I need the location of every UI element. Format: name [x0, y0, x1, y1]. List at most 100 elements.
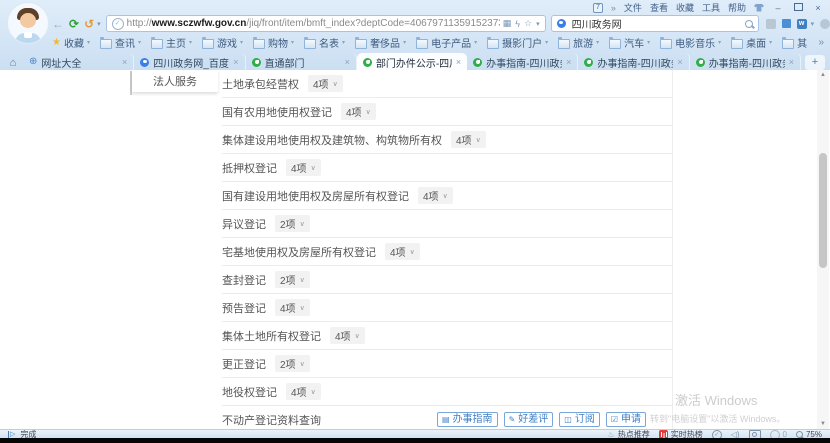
item-count-dropdown[interactable]: 4项 ∨ [308, 75, 343, 92]
item-count-dropdown[interactable]: 4项 ∨ [330, 327, 365, 344]
refresh-icon[interactable]: ⟳ [69, 18, 79, 30]
action-button[interactable]: 订阅 [559, 412, 600, 427]
back-icon[interactable]: ← [52, 18, 64, 30]
item-count-dropdown[interactable]: 2项 ∨ [275, 271, 310, 288]
bookmark-icon [660, 39, 672, 49]
bookmark-item[interactable]: 购物 ▾ [253, 35, 294, 50]
item-count-dropdown[interactable]: 4项 ∨ [451, 131, 486, 148]
user-avatar[interactable] [7, 2, 49, 44]
tab-title: 网址大全 [41, 55, 118, 70]
home-icon[interactable]: ⌂ [3, 55, 23, 71]
menu-item[interactable]: 帮助 [728, 1, 746, 14]
tab-close-icon[interactable]: × [456, 57, 461, 67]
pages-icon[interactable] [782, 19, 791, 28]
item-count-dropdown[interactable]: 2项 ∨ [275, 355, 310, 372]
menu-overflow-icon[interactable]: » [611, 3, 616, 13]
bookmark-item[interactable]: 主页 ▾ [151, 35, 192, 50]
undo-dropdown-icon[interactable]: ▾ [97, 20, 101, 28]
bookmark-item[interactable]: 电子产品 ▾ [416, 35, 477, 50]
bookmark-item[interactable]: 电影音乐 ▾ [660, 35, 721, 50]
menu-item[interactable]: 收藏 [676, 1, 694, 14]
theme-skin-icon[interactable] [754, 4, 764, 12]
bookmark-item[interactable]: 旅游 ▾ [558, 35, 599, 50]
new-tab-button[interactable]: + [805, 55, 825, 70]
bookmark-item[interactable]: 收藏 ▾ [52, 35, 90, 50]
browser-tab[interactable]: 办事指南-四川政务服务 × [467, 53, 578, 71]
bookmark-item[interactable]: 桌面 ▾ [731, 35, 772, 50]
page-scrollbar[interactable]: ▲ ▼ [817, 70, 829, 429]
search-box[interactable] [551, 15, 759, 32]
bookmark-item[interactable]: 游戏 ▾ [202, 35, 243, 50]
speed-mode-icon[interactable]: ϟ [515, 19, 520, 29]
service-label: 地役权登记 [222, 384, 277, 400]
sidebar-toggle-icon[interactable]: ▷ [8, 431, 15, 438]
item-count-dropdown[interactable]: 4项 ∨ [385, 243, 420, 260]
item-count-dropdown[interactable]: 4项 ∨ [286, 383, 321, 400]
action-button[interactable]: 好差评 [504, 412, 554, 427]
bookmark-item[interactable]: 摄影门户 ▾ [487, 35, 548, 50]
item-count-dropdown[interactable]: 2项 ∨ [275, 215, 310, 232]
address-bar[interactable]: ✓ http://www.sczwfw.gov.cn/jiq/front/ite… [106, 15, 546, 32]
undo-icon[interactable]: ↺ [84, 18, 94, 30]
site-security-icon[interactable]: ✓ [112, 18, 124, 30]
restore-button[interactable] [792, 3, 804, 13]
extensions-puzzle-icon[interactable] [766, 19, 776, 29]
tab-favicon [29, 57, 37, 67]
search-icon[interactable] [745, 20, 753, 28]
browser-tab[interactable]: 办事指南-四川政务服务 × [690, 53, 801, 71]
minimize-button[interactable]: – [772, 3, 784, 13]
search-input[interactable] [570, 17, 741, 30]
bookmark-icon [609, 39, 621, 49]
menu-item[interactable]: 工具 [702, 1, 720, 14]
bookmark-item[interactable]: 查讯 ▾ [100, 35, 141, 50]
bookmark-item[interactable]: 汽车 ▾ [609, 35, 650, 50]
tab-favicon [140, 58, 149, 67]
item-count-dropdown[interactable]: 4项 ∨ [341, 103, 376, 120]
sidebar-item-legal-services[interactable]: 法人服务 [132, 70, 218, 92]
item-count: 4项 [291, 384, 307, 399]
bookmark-icon [558, 39, 570, 49]
account-circle-icon[interactable] [820, 19, 830, 29]
bookmark-item[interactable]: 其它 ▾ [782, 35, 808, 50]
action-button[interactable]: 申请 [606, 412, 646, 427]
url-text[interactable]: http://www.sczwfw.gov.cn/jiq/front/item/… [127, 18, 500, 29]
service-label: 国有建设用地使用权及房屋所有权登记 [222, 188, 409, 204]
qr-code-icon[interactable]: ▦ [503, 18, 512, 29]
page-content: 法人服务 土地承包经营权 4项 ∨ 国有农用地使用权登记 [0, 70, 830, 429]
favorite-star-icon[interactable]: ☆ [524, 18, 532, 29]
service-row: 土地承包经营权 4项 ∨ [222, 70, 672, 98]
scroll-up-icon[interactable]: ▲ [817, 72, 829, 78]
bookmark-label: 收藏 [64, 35, 84, 50]
browser-tab[interactable]: 四川政务网_百度搜索 × [134, 53, 245, 71]
item-count-dropdown[interactable]: 4项 ∨ [275, 299, 310, 316]
item-count-dropdown[interactable]: 4项 ∨ [418, 187, 453, 204]
item-count-dropdown[interactable]: 4项 ∨ [286, 159, 321, 176]
word-plugin-dropdown-icon[interactable]: ▾ [811, 20, 815, 28]
tab-close-icon[interactable]: × [122, 57, 127, 67]
tab-close-icon[interactable]: × [233, 57, 238, 67]
word-plugin-icon[interactable]: w [797, 19, 807, 29]
scrollbar-thumb[interactable] [819, 153, 827, 268]
tab-close-icon[interactable]: × [345, 57, 350, 67]
browser-tab[interactable]: 部门办件公示-四川政务 × [357, 53, 467, 71]
action-button[interactable]: 办事指南 [437, 412, 498, 427]
menu-item[interactable]: 文件 [624, 1, 642, 14]
speed-badge[interactable]: 7 [593, 3, 603, 13]
browser-tab[interactable]: 直通部门 × [246, 53, 357, 71]
address-dropdown-icon[interactable]: ▾ [536, 20, 540, 28]
bookmark-item[interactable]: 奢侈品 ▾ [355, 35, 406, 50]
extension-icons: w ▾ ↓ [766, 18, 830, 29]
browser-tab[interactable]: 办事指南-四川政务服务 × [578, 53, 689, 71]
browser-tab[interactable]: 网址大全 × [23, 53, 134, 71]
close-button[interactable]: × [812, 3, 824, 13]
bookmark-item[interactable]: 名表 ▾ [304, 35, 345, 50]
menu-item[interactable]: 查看 [650, 1, 668, 14]
tab-close-icon[interactable]: × [677, 57, 682, 67]
bookmarks-overflow-icon[interactable]: » [818, 37, 824, 48]
tab-close-icon[interactable]: × [566, 57, 571, 67]
scroll-down-icon[interactable]: ▼ [817, 421, 829, 427]
search-engine-icon[interactable] [557, 19, 566, 28]
item-count: 4项 [390, 244, 406, 259]
action-button-icon [509, 416, 516, 424]
tab-close-icon[interactable]: × [789, 57, 794, 67]
